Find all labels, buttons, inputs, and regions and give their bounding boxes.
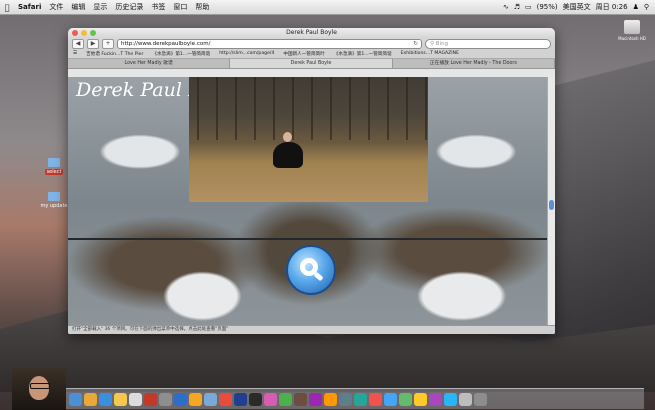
dock [66,388,644,409]
trash-icon[interactable] [474,392,487,406]
back-button[interactable]: ◀ [72,38,84,49]
chrome-icon[interactable] [84,392,97,406]
user-icon[interactable]: ♟ [633,3,639,11]
photo-person [273,142,303,168]
menu-edit[interactable]: 编辑 [67,2,89,12]
word-icon[interactable] [384,392,397,406]
textedit-icon[interactable] [129,392,142,406]
reload-icon[interactable]: ↻ [413,40,418,48]
vlc-icon[interactable] [324,392,337,406]
photoshop-icon[interactable] [234,392,247,406]
excel-icon[interactable] [399,392,412,406]
mail-icon[interactable] [204,392,217,406]
bookmark-item[interactable]: 《水急滴》第1...一管简简谐 [152,51,210,57]
reading-list-icon[interactable]: ☰ [73,51,77,56]
notes-icon[interactable] [114,392,127,406]
photo-person-head [283,132,292,142]
folder-icon [48,192,60,201]
webcam-glasses [30,383,50,389]
window-title: Derek Paul Boyle [286,29,337,36]
status-bar: 打开"全部载入" 36 个项目。可在下面的弹出菜单中选择。点击此处查看"页面" [68,325,555,334]
bookmark-item[interactable]: 中国新人一管简简叶 [283,51,324,57]
menu-window[interactable]: 窗口 [169,2,191,12]
downloads-icon[interactable] [459,392,472,406]
menu-app-name[interactable]: Safari [14,3,45,11]
app-icon[interactable] [414,392,427,406]
featured-photo[interactable] [189,77,428,202]
hard-drive-icon[interactable] [624,20,640,34]
menu-help[interactable]: 帮助 [191,2,213,12]
tab-bar: Love Her Madly 歌谱 Derek Paul Boyle 正在播放 … [68,59,555,69]
search-placeholder: Bing [435,40,449,47]
close-button[interactable] [72,30,78,36]
quicktime-tail [313,271,324,282]
scrollbar-thumb[interactable] [549,200,554,210]
bookmark-item[interactable]: Exhibitions...T MAGAZINE [401,51,459,56]
music-icon[interactable] [219,392,232,406]
preferences-icon[interactable] [159,392,172,406]
skype-icon[interactable] [444,392,457,406]
web-page-content: Derek Paul Boyle [68,77,548,326]
menu-file[interactable]: 文件 [45,2,67,12]
premiere-icon[interactable] [309,392,322,406]
safari-window: Derek Paul Boyle ◀ ▶ + http://www.derekp… [68,28,555,334]
app-icon[interactable] [429,392,442,406]
wifi-icon[interactable]: ∿ [503,3,509,11]
add-bookmark-button[interactable]: + [102,38,114,49]
battery-percent: (95%) [536,3,558,11]
desktop-folder-label: my update [40,203,68,209]
spotlight-icon[interactable]: ⚲ [644,3,649,11]
address-url: http://www.derekpaulboyle.com/ [121,40,211,47]
forward-button[interactable]: ▶ [87,38,99,49]
menu-extras: ∿ ♬ ▭ (95%) 美国英文 周日 0:26 ♟ ⚲ [503,2,655,12]
desktop-folder-label: select [44,169,64,175]
bookmark-item[interactable]: http://slim...com/page/4 [219,51,274,56]
app-store-icon[interactable] [174,392,187,406]
bookmark-item[interactable]: 吉他谱 Fuckin...T The Pier [86,51,143,57]
itunes-icon[interactable] [264,392,277,406]
volume-icon[interactable]: ♬ [514,3,520,11]
tab-love-her-madly[interactable]: Love Her Madly 歌谱 [68,59,231,68]
vertical-scrollbar[interactable] [547,77,555,326]
ibooks-icon[interactable] [189,392,202,406]
window-controls [72,30,96,36]
app-icon[interactable] [369,392,382,406]
folder-icon [48,158,60,167]
window-title-bar[interactable]: Derek Paul Boyle [68,28,555,38]
finder-icon[interactable] [69,392,82,406]
apple-menu-icon[interactable]:  [0,3,14,12]
search-field[interactable]: ⚲ Bing [425,38,551,49]
messages-icon[interactable] [279,392,292,406]
browser-toolbar: ◀ ▶ + http://www.derekpaulboyle.com/ ↻ ⚲… [68,38,555,49]
minimize-button[interactable] [81,30,87,36]
terminal-icon[interactable] [249,392,262,406]
battery-icon[interactable]: ▭ [525,3,532,11]
zoom-button[interactable] [90,30,96,36]
menu-view[interactable]: 显示 [89,2,111,12]
menu-clock[interactable]: 周日 0:26 [596,2,628,12]
webcam-thumbnail [12,368,66,410]
safari-icon[interactable] [99,392,112,406]
calendar-icon[interactable] [144,392,157,406]
search-icon: ⚲ [430,40,435,47]
menu-bar:  Safari 文件 编辑 显示 历史记录 书签 窗口 帮助 ∿ ♬ ▭ (9… [0,0,655,15]
app-icon[interactable] [294,392,307,406]
address-bar[interactable]: http://www.derekpaulboyle.com/ ↻ [117,38,422,49]
menu-bookmarks[interactable]: 书签 [147,2,169,12]
tab-now-playing[interactable]: 正在播放 Love Her Madly - The Doors [393,59,555,68]
bookmarks-bar: ☰ 吉他谱 Fuckin...T The Pier 《水急滴》第1...一管简简… [68,49,555,59]
photo-trees [189,77,428,140]
tab-derek-paul-boyle[interactable]: Derek Paul Boyle [230,59,393,68]
hard-drive-label: Macintosh HD [618,36,646,41]
input-source-label[interactable]: 美国英文 [563,2,591,12]
app-icon[interactable] [354,392,367,406]
bookmark-item[interactable]: 《水急滴》第1...一管简简谐 [334,51,392,57]
utility-icon[interactable] [339,392,352,406]
page-divider [68,238,548,240]
quicktime-play-icon[interactable] [286,245,336,295]
menu-history[interactable]: 历史记录 [111,2,147,12]
